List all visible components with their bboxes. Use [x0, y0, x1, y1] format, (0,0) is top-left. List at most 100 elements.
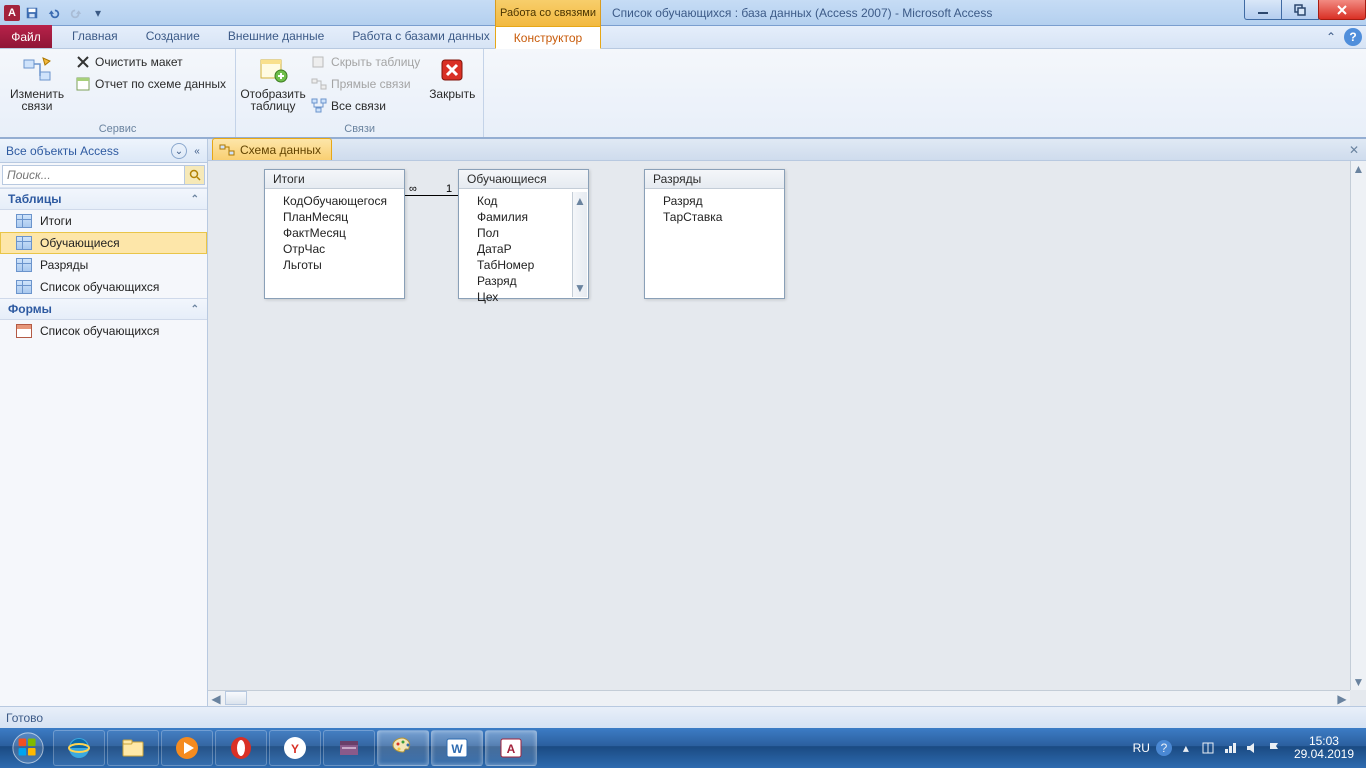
nav-category-tables[interactable]: Таблицы⌃ — [0, 188, 207, 210]
group-label-relations: Связи — [236, 123, 483, 137]
redo-icon[interactable] — [66, 3, 86, 23]
scroll-left-icon[interactable]: ◀ — [208, 691, 224, 706]
tray-clock[interactable]: 15:03 29.04.2019 — [1288, 735, 1360, 761]
svg-text:A: A — [507, 742, 516, 756]
window-controls — [1245, 0, 1366, 20]
edit-relations-button[interactable]: Изменить связи — [6, 52, 68, 114]
undo-icon[interactable] — [44, 3, 64, 23]
field[interactable]: Разряд — [475, 273, 570, 289]
show-table-button[interactable]: Отобразить таблицу — [242, 52, 304, 114]
field[interactable]: ОтрЧас — [281, 241, 400, 257]
table-box-razryady[interactable]: Разряды Разряд ТарСтавка — [644, 169, 785, 299]
table-box-header: Разряды — [645, 170, 784, 189]
nav-item-itogi[interactable]: Итоги — [0, 210, 207, 232]
close-relations-button[interactable]: Закрыть — [427, 52, 477, 102]
flag-icon[interactable] — [1266, 740, 1282, 756]
field[interactable]: Льготы — [281, 257, 400, 273]
document-tabs: Схема данных ✕ — [208, 139, 1366, 161]
volume-icon[interactable] — [1244, 740, 1260, 756]
tab-database-tools[interactable]: Работа с базами данных — [338, 25, 503, 48]
nav-search — [0, 163, 207, 188]
taskbar-word[interactable]: W — [431, 730, 483, 766]
table-icon — [16, 214, 32, 228]
taskbar-yandex[interactable]: Y — [269, 730, 321, 766]
help-tray-icon[interactable]: ? — [1156, 740, 1172, 756]
action-center-icon[interactable] — [1200, 740, 1216, 756]
scrollbar[interactable]: ▲▼ — [572, 192, 587, 297]
start-button[interactable] — [4, 730, 52, 766]
svg-text:W: W — [451, 742, 463, 756]
maximize-button[interactable] — [1281, 0, 1319, 20]
chevron-up-icon: ⌃ — [191, 194, 199, 205]
save-icon[interactable] — [22, 3, 42, 23]
scroll-thumb[interactable] — [225, 691, 247, 705]
clear-icon — [75, 54, 91, 70]
field[interactable]: ФактМесяц — [281, 225, 400, 241]
taskbar-mediaplayer[interactable] — [161, 730, 213, 766]
nav-item-obuchayushchiesya[interactable]: Обучающиеся — [0, 232, 207, 254]
relation-report-button[interactable]: Отчет по схеме данных — [72, 74, 229, 94]
tray-lang[interactable]: RU — [1133, 741, 1150, 755]
nav-item-razryady[interactable]: Разряды — [0, 254, 207, 276]
nav-item-spisok[interactable]: Список обучающихся — [0, 276, 207, 298]
scroll-up-icon[interactable]: ▲ — [1351, 161, 1366, 177]
table-icon — [16, 258, 32, 272]
scroll-up-icon[interactable]: ▲ — [574, 192, 586, 210]
field[interactable]: Пол — [475, 225, 570, 241]
nav-collapse-icon[interactable]: « — [189, 143, 205, 159]
hide-table-icon — [311, 54, 327, 70]
nav-header[interactable]: Все объекты Access ⌄ « — [0, 139, 207, 163]
field[interactable]: Фамилия — [475, 209, 570, 225]
field-primary-key[interactable]: Код — [475, 193, 570, 209]
document-area: Схема данных ✕ Итоги КодОбучающегося Пла… — [208, 139, 1366, 706]
search-input[interactable] — [2, 165, 185, 185]
tab-file[interactable]: Файл — [0, 25, 52, 48]
field[interactable]: ПланМесяц — [281, 209, 400, 225]
taskbar-ie[interactable] — [53, 730, 105, 766]
field[interactable]: Цех — [475, 289, 570, 305]
close-button[interactable] — [1318, 0, 1366, 20]
help-icon[interactable]: ? — [1344, 28, 1362, 46]
search-button[interactable] — [185, 165, 205, 185]
table-box-obuchayushchiesya[interactable]: Обучающиеся Код Фамилия Пол ДатаР ТабНом… — [458, 169, 589, 299]
direct-relations-button[interactable]: Прямые связи — [308, 74, 423, 94]
all-relations-button[interactable]: Все связи — [308, 96, 423, 116]
tab-external-data[interactable]: Внешние данные — [214, 25, 339, 48]
field[interactable]: ДатаР — [475, 241, 570, 257]
form-icon — [16, 324, 32, 338]
tab-constructor[interactable]: Конструктор — [495, 26, 601, 49]
minimize-button[interactable] — [1244, 0, 1282, 20]
hide-table-button[interactable]: Скрыть таблицу — [308, 52, 423, 72]
network-icon[interactable] — [1222, 740, 1238, 756]
taskbar-paint[interactable] — [377, 730, 429, 766]
tray-chevron-icon[interactable]: ▴ — [1178, 740, 1194, 756]
taskbar-winrar[interactable] — [323, 730, 375, 766]
app-icon[interactable]: A — [4, 5, 20, 21]
field[interactable]: КодОбучающегося — [281, 193, 400, 209]
tab-create[interactable]: Создание — [132, 25, 214, 48]
scroll-right-icon[interactable]: ▶ — [1334, 691, 1350, 706]
canvas-scrollbar-h[interactable]: ◀ ▶ — [208, 690, 1350, 706]
qat-dropdown-icon[interactable]: ▾ — [88, 3, 108, 23]
relations-icon — [219, 143, 235, 157]
relationships-canvas[interactable]: Итоги КодОбучающегося ПланМесяц ФактМеся… — [208, 161, 1366, 706]
nav-item-form-spisok[interactable]: Список обучающихся — [0, 320, 207, 342]
clear-layout-button[interactable]: Очистить макет — [72, 52, 229, 72]
canvas-scrollbar-v[interactable]: ▲ ▼ — [1350, 161, 1366, 690]
relationship-line[interactable] — [405, 195, 458, 196]
nav-dropdown-icon[interactable]: ⌄ — [171, 143, 187, 159]
field[interactable]: ТабНомер — [475, 257, 570, 273]
nav-category-forms[interactable]: Формы⌃ — [0, 298, 207, 320]
scroll-down-icon[interactable]: ▼ — [1351, 674, 1366, 690]
taskbar-opera[interactable] — [215, 730, 267, 766]
tab-home[interactable]: Главная — [58, 25, 132, 48]
taskbar-explorer[interactable] — [107, 730, 159, 766]
taskbar-access[interactable]: A — [485, 730, 537, 766]
field[interactable]: Разряд — [661, 193, 780, 209]
scroll-down-icon[interactable]: ▼ — [574, 279, 586, 297]
field[interactable]: ТарСтавка — [661, 209, 780, 225]
doc-tab-schema[interactable]: Схема данных — [212, 138, 332, 160]
doc-close-button[interactable]: ✕ — [1346, 142, 1362, 158]
collapse-ribbon-icon[interactable]: ⌃ — [1322, 28, 1340, 46]
table-box-itogi[interactable]: Итоги КодОбучающегося ПланМесяц ФактМеся… — [264, 169, 405, 299]
